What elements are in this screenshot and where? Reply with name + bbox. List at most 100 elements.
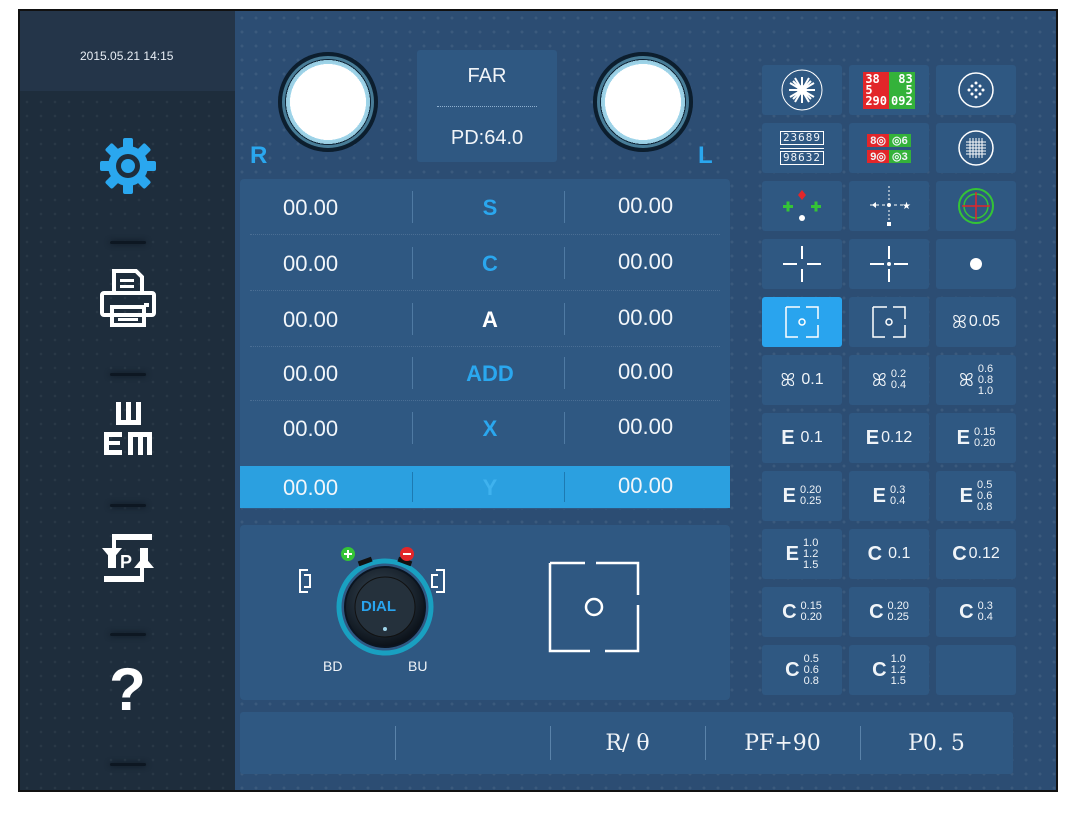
table-row-selected[interactable]: 00.00 Y 00.00 xyxy=(240,466,730,508)
astigmatism-chart-button[interactable] xyxy=(762,65,842,115)
program-p-icon: P xyxy=(101,534,154,582)
row-label: S xyxy=(482,195,498,220)
status-cell[interactable] xyxy=(240,712,395,774)
butterfly-02-04-button[interactable]: ꕤ 0.2 0.4 xyxy=(849,355,929,405)
right-lens-indicator[interactable] xyxy=(278,52,378,152)
settings-button[interactable] xyxy=(20,116,235,216)
table-row[interactable]: 00.00 A 00.00 xyxy=(240,293,730,347)
grid-chart-button[interactable] xyxy=(936,123,1016,173)
table-row[interactable]: 00.00 X 00.00 xyxy=(240,402,730,456)
left-lens-indicator[interactable] xyxy=(593,52,693,152)
butterfly-06-10-button[interactable]: ꕤ 0.6 0.8 1.0 xyxy=(936,355,1016,405)
left-value: 00.00 xyxy=(618,473,674,498)
landolt-c-icon: C xyxy=(869,600,884,623)
butterfly-01-button[interactable]: ꕤ 0.1 xyxy=(762,355,842,405)
cross-dot-chart-button[interactable] xyxy=(849,239,929,289)
bracket-target-icon xyxy=(785,306,819,338)
tumbling-e-icon: E xyxy=(959,484,974,507)
butterfly-005-button[interactable]: ꕤ 0.05 xyxy=(936,297,1016,347)
cross-dot-icon xyxy=(870,246,908,282)
datetime-panel: 2015.05.21 14:15 xyxy=(20,11,235,91)
row-label: ADD xyxy=(466,361,514,386)
table-row[interactable]: 00.00 ADD 00.00 xyxy=(240,347,730,401)
cross-chart-button[interactable] xyxy=(762,239,842,289)
red-cross-ring-chart-button[interactable] xyxy=(936,181,1016,231)
e-10-15-button[interactable]: E 1.0 1.2 1.5 xyxy=(762,529,842,579)
chart-button[interactable] xyxy=(20,377,235,477)
left-value: 00.00 xyxy=(618,249,674,274)
stereo-chart-button[interactable]: ★ xyxy=(849,181,929,231)
tumbling-e-icon: E xyxy=(785,542,800,565)
red-green-ring-chart-button[interactable]: 8◎ ◎6 9◎ ◎3 xyxy=(849,123,929,173)
dot-cluster-icon xyxy=(958,72,994,108)
tumbling-e-icon: E xyxy=(781,426,795,449)
c-01-button[interactable]: C 0.1 xyxy=(849,529,929,579)
right-value: 00.00 xyxy=(283,195,339,220)
bracket-target-chart-button-selected[interactable] xyxy=(762,297,842,347)
e-05-08-button[interactable]: E 0.5 0.6 0.8 xyxy=(936,471,1016,521)
c-012-button[interactable]: C 0.12 xyxy=(936,529,1016,579)
left-value: 00.00 xyxy=(618,359,674,384)
butterfly-icon: ꕤ xyxy=(951,311,967,332)
right-eye-label: R xyxy=(250,142,268,169)
status-cell-r-theta[interactable]: R/ θ xyxy=(550,712,705,774)
e-chart-icon xyxy=(103,402,152,455)
status-cell-pf[interactable]: PF+90 xyxy=(705,712,860,774)
print-button[interactable] xyxy=(20,247,235,347)
table-row[interactable]: 00.00 C 00.00 xyxy=(240,237,730,291)
status-cell[interactable] xyxy=(395,712,550,774)
bracket-target-chart-button[interactable] xyxy=(849,297,929,347)
dot-chart-button[interactable] xyxy=(936,239,1016,289)
sidebar-divider xyxy=(110,504,146,507)
right-value: 00.00 xyxy=(283,307,339,332)
e-03-04-button[interactable]: E 0.3 0.4 xyxy=(849,471,929,521)
right-value: 00.00 xyxy=(283,416,339,441)
sidebar-divider xyxy=(110,373,146,376)
pd-value: PD:64.0 xyxy=(450,127,524,149)
c-015-020-button[interactable]: C 0.15 0.20 xyxy=(762,587,842,637)
c-03-04-button[interactable]: C 0.3 0.4 xyxy=(936,587,1016,637)
table-row[interactable]: 00.00 S 00.00 xyxy=(240,181,730,235)
landolt-c-icon: C xyxy=(872,658,887,681)
e-020-025-button[interactable]: E 0.20 0.25 xyxy=(762,471,842,521)
left-eye-label: L xyxy=(698,142,713,169)
row-label: C xyxy=(482,251,498,276)
e-015-020-button[interactable]: E 0.15 0.20 xyxy=(936,413,1016,463)
bracket-target-icon xyxy=(872,306,906,338)
c-05-08-button[interactable]: C 0.5 0.6 0.8 xyxy=(762,645,842,695)
red-green-number-chart-button[interactable]: 38 5 290 83 5 092 xyxy=(849,65,929,115)
dial-label[interactable]: DIAL xyxy=(361,598,396,615)
row-label: A xyxy=(482,307,498,332)
printer-icon xyxy=(99,269,156,327)
empty-chart-slot[interactable] xyxy=(936,645,1016,695)
butterfly-icon: ꕤ xyxy=(958,369,974,390)
e-012-button[interactable]: E 0.12 xyxy=(849,413,929,463)
gear-icon xyxy=(99,138,156,194)
row-label: Y xyxy=(482,475,498,500)
distance-mode: FAR xyxy=(467,65,507,87)
c-10-15-button[interactable]: C 1.0 1.2 1.5 xyxy=(849,645,929,695)
program-button[interactable]: P xyxy=(20,508,235,608)
measurement-table: 00.00 S 00.00 00.00 C 00.00 00.00 A 00.0… xyxy=(240,179,730,509)
left-value: 00.00 xyxy=(618,305,674,330)
c-020-025-button[interactable]: C 0.20 0.25 xyxy=(849,587,929,637)
svg-text:P: P xyxy=(120,552,132,572)
row-label: X xyxy=(482,416,498,441)
four-dot-chart-button[interactable] xyxy=(762,181,842,231)
grid-target-icon xyxy=(958,130,994,166)
dot-cluster-chart-button[interactable] xyxy=(936,65,1016,115)
landolt-c-icon: C xyxy=(952,542,967,565)
digit-chart-button[interactable]: 23689 98632 xyxy=(762,123,842,173)
butterfly-icon: ꕤ xyxy=(871,369,887,390)
distance-pd-panel[interactable]: FAR PD:64.0 xyxy=(417,50,557,162)
status-cell-p[interactable]: P0. 5 xyxy=(860,712,1013,774)
red-green-number-icon: 38 5 290 83 5 092 xyxy=(863,71,915,109)
main-panel: R FAR PD:64.0 L 00.00 S 00.00 00.00 C 00… xyxy=(235,11,1056,790)
right-value: 00.00 xyxy=(283,251,339,276)
landolt-c-icon: C xyxy=(782,600,797,623)
dial-bu-label: BU xyxy=(408,658,428,674)
e-01-button[interactable]: E 0.1 xyxy=(762,413,842,463)
status-bar: R/ θ PF+90 P0. 5 xyxy=(240,712,1013,774)
single-dot-icon xyxy=(970,258,982,270)
help-button[interactable]: ? xyxy=(20,639,235,739)
